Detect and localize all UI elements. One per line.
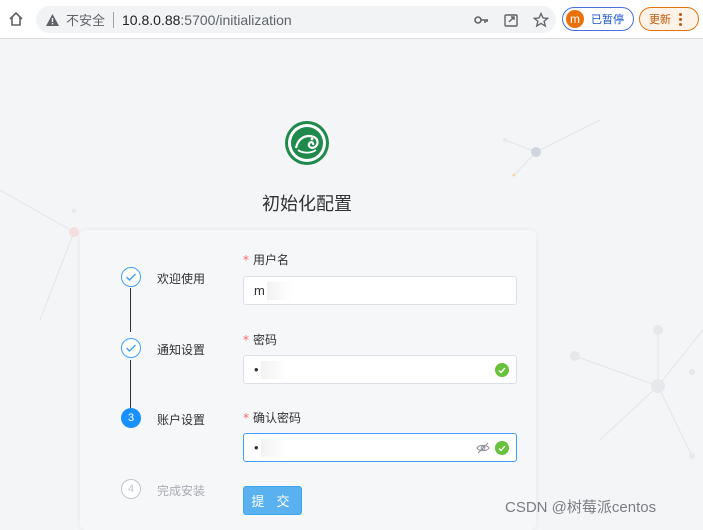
- key-icon[interactable]: [466, 6, 496, 33]
- password-label-text: 密码: [253, 333, 278, 347]
- success-check-icon: [495, 363, 509, 377]
- submit-button[interactable]: 提 交: [243, 486, 302, 515]
- avatar: m: [566, 10, 584, 28]
- password-label: * 密码: [243, 331, 277, 348]
- page-title: 初始化配置: [262, 194, 352, 215]
- step-4-label: 完成安装: [157, 484, 206, 498]
- required-mark: *: [243, 333, 249, 347]
- username-input[interactable]: m: [243, 276, 517, 305]
- step-2-label: 通知设置: [157, 343, 206, 357]
- confirm-password-value: •: [254, 440, 259, 455]
- step-connector: [130, 360, 131, 408]
- confirm-password-label: * 确认密码: [243, 409, 301, 426]
- username-value: m: [254, 283, 265, 298]
- update-label: 更新: [649, 13, 671, 26]
- required-mark: *: [243, 411, 249, 425]
- address-bar-actions: [466, 6, 556, 33]
- share-icon[interactable]: [496, 6, 526, 33]
- address-bar[interactable]: 不安全 10.8.0.88:5700/initialization: [36, 6, 556, 33]
- home-icon[interactable]: [4, 7, 28, 31]
- redaction-blur: [266, 281, 293, 300]
- url-host: 10.8.0.88: [122, 11, 181, 28]
- username-label: * 用户名: [243, 251, 289, 268]
- insecure-label: 不安全: [66, 13, 106, 28]
- redaction-blur: [260, 438, 287, 457]
- step-3-label: 账户设置: [157, 413, 206, 427]
- update-button[interactable]: 更新: [639, 7, 699, 31]
- username-label-text: 用户名: [253, 253, 290, 267]
- step-2-check-icon: [121, 338, 141, 358]
- star-icon[interactable]: [526, 6, 556, 33]
- step-1-check-icon: [121, 267, 141, 287]
- watermark: CSDN @树莓派centos: [505, 499, 657, 516]
- step-connector: [130, 288, 131, 332]
- url-path: :5700/initialization: [180, 11, 292, 28]
- profile-status: 已暂停: [591, 13, 624, 26]
- required-mark: *: [243, 253, 249, 267]
- confirm-password-label-text: 确认密码: [253, 411, 302, 425]
- password-input[interactable]: •: [243, 355, 517, 384]
- more-icon: [679, 12, 682, 26]
- success-check-icon: [495, 441, 509, 455]
- url-separator: [113, 11, 115, 28]
- dragon-logo-icon: [284, 120, 330, 166]
- profile-button[interactable]: m 已暂停: [562, 7, 634, 31]
- eye-hidden-icon[interactable]: [476, 441, 490, 455]
- step-4-number: 4: [121, 479, 141, 499]
- confirm-password-input[interactable]: •: [243, 433, 517, 462]
- warning-icon[interactable]: [44, 12, 60, 28]
- password-value: •: [254, 362, 259, 377]
- step-3-number: 3: [121, 408, 141, 428]
- redaction-blur: [260, 360, 287, 379]
- browser-toolbar: 不安全 10.8.0.88:5700/initialization m 已暂停 …: [0, 0, 703, 39]
- step-1-label: 欢迎使用: [157, 272, 206, 286]
